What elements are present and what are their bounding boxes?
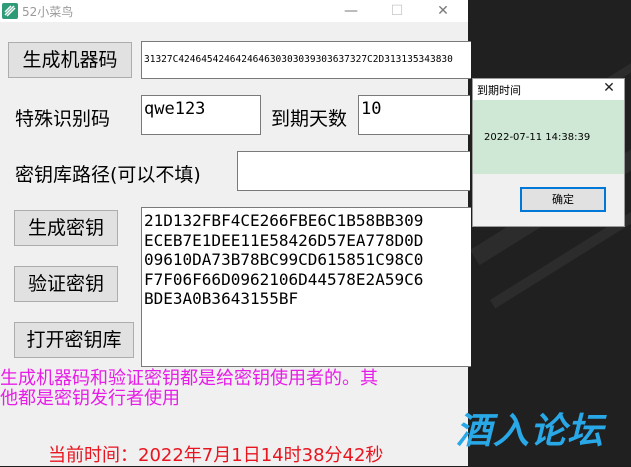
key-library-path-input[interactable] — [237, 151, 470, 191]
machine-code-field[interactable]: 31327C424645424642464630303039303637327C… — [141, 41, 471, 79]
generate-key-button[interactable]: 生成密钥 — [14, 210, 118, 246]
special-id-label: 特殊识别码 — [15, 108, 111, 130]
dialog-title-bar: 到期时间 ✕ — [473, 79, 624, 100]
verify-key-button[interactable]: 验证密钥 — [14, 266, 118, 302]
generate-machine-code-button[interactable]: 生成机器码 — [8, 42, 132, 78]
title-bar: 52小菜鸟 — ☐ ✕ — [0, 0, 468, 22]
expire-days-label: 到期天数 — [271, 108, 348, 130]
key-library-path-label: 密钥库路径(可以不填) — [15, 164, 201, 186]
window-title: 52小菜鸟 — [22, 5, 74, 19]
main-window: 52小菜鸟 — ☐ ✕ 生成机器码 31327C4246454246424646… — [0, 0, 471, 466]
open-key-library-button[interactable]: 打开密钥库 — [14, 322, 134, 358]
expiry-dialog: 到期时间 ✕ 2022-07-11 14:38:39 确定 — [472, 78, 625, 227]
usage-hint-text: 生成机器码和验证密钥都是给密钥使用者的。其 他都是密钥发行者使用 — [0, 368, 378, 409]
dialog-message-area: 2022-07-11 14:38:39 — [473, 100, 624, 174]
dialog-title: 到期时间 — [477, 84, 521, 97]
expire-days-input[interactable]: 10 — [358, 95, 470, 135]
key-output-textarea[interactable]: 21D132FBF4CE266FBE6C1B58BB309 ECEB7E1DEE… — [141, 207, 471, 367]
dialog-close-button[interactable]: ✕ — [596, 80, 622, 99]
dialog-ok-button[interactable]: 确定 — [520, 187, 606, 212]
app-icon — [2, 3, 18, 19]
dialog-message: 2022-07-11 14:38:39 — [484, 132, 591, 143]
maximize-button[interactable]: ☐ — [374, 0, 420, 22]
watermark-logo: 酒入论坛 — [456, 411, 605, 452]
close-button[interactable]: ✕ — [420, 0, 466, 22]
special-id-input[interactable]: qwe123 — [141, 95, 261, 135]
minimize-button[interactable]: — — [328, 0, 374, 22]
current-time-text: 当前时间：2022年7月1日14时38分42秒 — [48, 445, 384, 466]
